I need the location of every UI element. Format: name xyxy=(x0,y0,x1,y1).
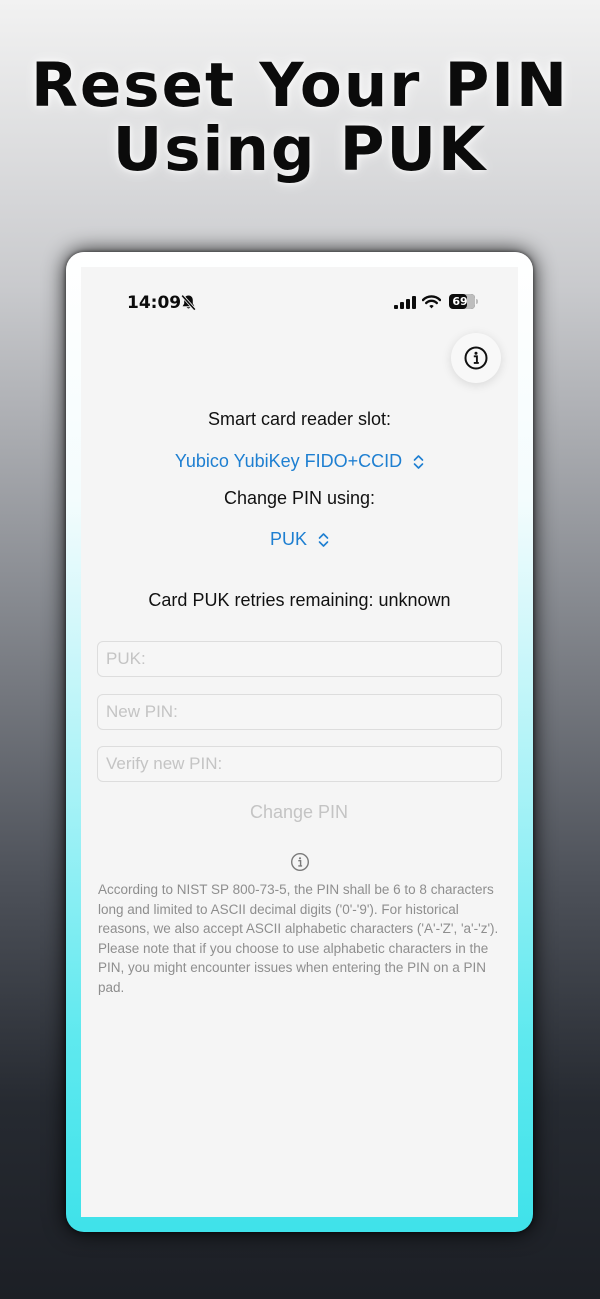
headline-line-2: Using PUK xyxy=(112,114,488,185)
info-circle-icon xyxy=(464,346,488,370)
note-paragraph-1: According to NIST SP 800-73-5, the PIN s… xyxy=(98,882,499,937)
status-time: 14:09 xyxy=(127,293,182,313)
headline-line-1: Reset Your PIN xyxy=(30,50,570,121)
bell-slash-icon xyxy=(181,294,196,311)
battery-icon: 69 xyxy=(449,294,480,309)
change-method-label: Change PIN using: xyxy=(223,488,376,508)
change-pin-button[interactable]: Change PIN xyxy=(199,797,399,827)
puk-retries-status: Card PUK retries remaining: unknown xyxy=(148,590,451,610)
chevron-up-down-icon xyxy=(413,455,424,470)
phone-frame: 14:09 69 Smart card reader slot: Yubico … xyxy=(66,252,533,1232)
info-circle-icon xyxy=(290,852,310,872)
promo-headline: Reset Your PIN Using PUK xyxy=(0,54,600,182)
reader-slot-value: Yubico YubiKey FIDO+CCID xyxy=(174,451,403,471)
verify-pin-input[interactable] xyxy=(97,746,502,782)
cellular-signal-icon xyxy=(394,296,416,309)
wifi-icon xyxy=(422,295,441,309)
change-method-picker[interactable]: PUK xyxy=(81,529,518,550)
battery-level: 69 xyxy=(449,294,475,309)
app-screen: 14:09 69 Smart card reader slot: Yubico … xyxy=(81,267,518,1217)
chevron-up-down-icon xyxy=(318,533,329,548)
change-method-value: PUK xyxy=(269,529,307,549)
note-paragraph-2: Please note that if you choose to use al… xyxy=(98,940,489,995)
reader-slot-picker[interactable]: Yubico YubiKey FIDO+CCID xyxy=(81,451,518,472)
battery-tip xyxy=(476,299,478,304)
status-bar: 14:09 69 xyxy=(81,267,518,337)
new-pin-input[interactable] xyxy=(97,694,502,730)
reader-slot-label: Smart card reader slot: xyxy=(207,409,392,429)
pin-requirements-note: According to NIST SP 800-73-5, the PIN s… xyxy=(98,880,508,998)
puk-input[interactable] xyxy=(97,641,502,677)
info-button[interactable] xyxy=(451,333,501,383)
